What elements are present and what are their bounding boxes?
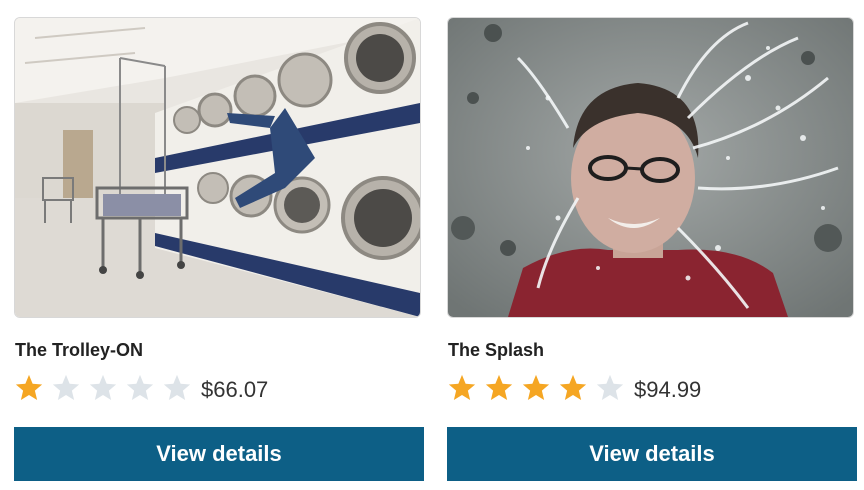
star-rating (14, 373, 199, 403)
product-image-splash[interactable] (447, 17, 854, 318)
product-price: $94.99 (634, 377, 702, 402)
view-details-button[interactable]: View details (14, 427, 424, 481)
star-filled-icon (448, 374, 476, 400)
view-details-button[interactable]: View details (447, 427, 857, 481)
star-filled-icon (485, 374, 513, 400)
star-filled-icon (522, 374, 550, 400)
product-title[interactable]: The Trolley-ON (15, 340, 143, 361)
star-filled-icon (15, 374, 43, 400)
star-empty-icon (163, 374, 191, 400)
rating-row: $94.99 (447, 372, 701, 404)
rating-row: $66.07 (14, 372, 268, 404)
star-empty-icon (52, 374, 80, 400)
product-image-laundromat[interactable] (14, 17, 421, 318)
product-price: $66.07 (201, 377, 269, 402)
star-empty-icon (126, 374, 154, 400)
star-rating (447, 373, 632, 403)
product-title[interactable]: The Splash (448, 340, 544, 361)
star-empty-icon (596, 374, 624, 400)
star-empty-icon (89, 374, 117, 400)
star-filled-icon (559, 374, 587, 400)
